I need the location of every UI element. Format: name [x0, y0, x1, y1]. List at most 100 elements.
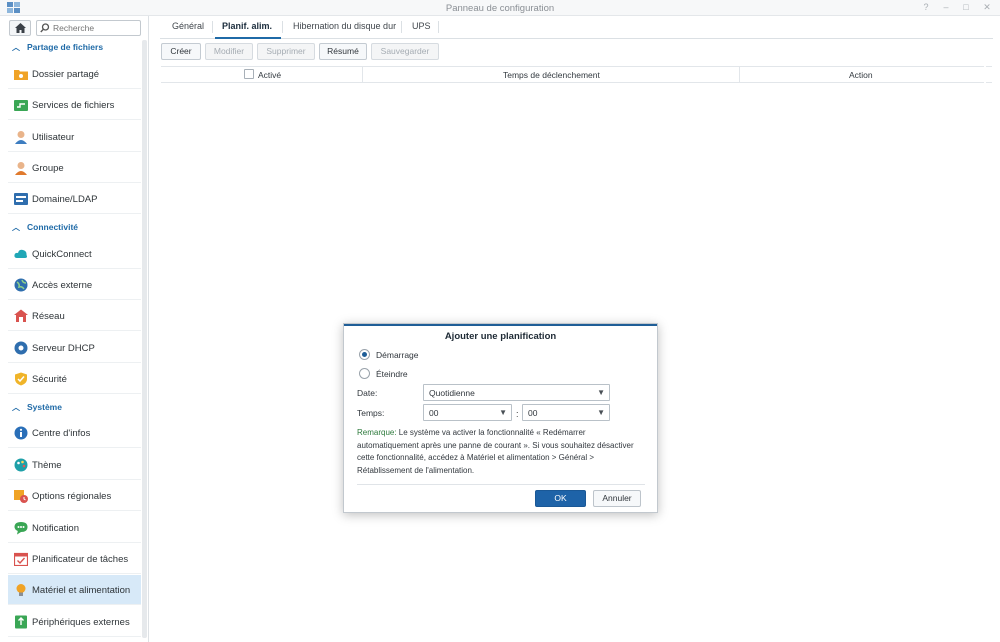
sidebar-item-info-center[interactable]: Centre d'infos — [8, 418, 141, 448]
chevron-down-icon: ▼ — [597, 408, 605, 417]
dialog-note: Remarque: Le système va activer la fonct… — [357, 427, 647, 477]
dialog-title: Ajouter une planification — [444, 331, 557, 342]
hour-select-value: 00 — [429, 408, 439, 418]
sidebar-item-notification[interactable]: Notification — [8, 513, 141, 543]
sidebar-item-task-scheduler[interactable]: Planificateur de tâches — [8, 544, 141, 574]
edit-button[interactable]: Modifier — [205, 43, 253, 60]
shared-folder-icon — [14, 70, 28, 80]
sidebar-item-network[interactable]: Réseau — [8, 301, 141, 331]
chevron-down-icon: ▼ — [499, 408, 507, 417]
tab-disk-hibernation[interactable]: Hibernation du disque dur — [293, 21, 396, 39]
tab-general[interactable]: Général — [172, 21, 204, 39]
sidebar: ︿ Partage de fichiers Dossier partagé Se… — [0, 16, 149, 642]
search-input[interactable] — [53, 22, 137, 34]
section-system[interactable]: ︿ Système — [0, 401, 140, 415]
home-icon — [15, 23, 26, 33]
regional-options-icon — [14, 490, 28, 503]
tab-divider — [282, 21, 283, 33]
file-services-icon — [14, 100, 28, 111]
minute-select-value: 00 — [528, 408, 538, 418]
sidebar-item-regional-options[interactable]: Options régionales — [8, 481, 141, 511]
lightbulb-icon — [16, 584, 26, 596]
quickconnect-icon — [14, 249, 27, 258]
tab-divider — [401, 21, 402, 33]
delete-button[interactable]: Supprimer — [257, 43, 315, 60]
date-select[interactable]: Quotidienne ▼ — [423, 384, 610, 401]
search-icon — [40, 23, 50, 33]
shutdown-radio[interactable] — [359, 368, 370, 379]
group-icon — [15, 162, 27, 175]
column-trigger-time[interactable]: Temps de déclenchement — [503, 70, 600, 80]
column-divider — [362, 67, 363, 82]
shield-icon — [15, 372, 27, 386]
dhcp-server-icon — [14, 341, 28, 355]
minimize-icon[interactable]: – — [941, 2, 951, 13]
theme-icon — [14, 458, 28, 472]
search-field[interactable] — [36, 20, 141, 36]
sidebar-item-dhcp-server[interactable]: Serveur DHCP — [8, 333, 141, 363]
notification-icon — [14, 522, 28, 535]
title-bar: Panneau de configuration ? – □ ✕ — [0, 0, 1000, 16]
sidebar-item-file-services[interactable]: Services de fichiers — [8, 90, 141, 120]
active-tab-indicator — [215, 37, 281, 39]
shutdown-radio-label[interactable]: Éteindre — [376, 369, 408, 379]
sidebar-item-shared-folder[interactable]: Dossier partagé — [8, 59, 141, 89]
sidebar-item-security[interactable]: Sécurité — [8, 364, 141, 394]
time-separator: : — [516, 409, 519, 419]
tab-divider — [438, 21, 439, 33]
date-select-value: Quotidienne — [429, 388, 475, 398]
sidebar-item-quickconnect[interactable]: QuickConnect — [8, 239, 141, 269]
chevron-up-icon: ︿ — [12, 403, 20, 412]
startup-radio[interactable] — [359, 349, 370, 360]
info-icon — [14, 426, 28, 440]
table-header-end — [986, 66, 992, 83]
create-button[interactable]: Créer — [161, 43, 201, 60]
window-title: Panneau de configuration — [445, 3, 555, 14]
home-button[interactable] — [9, 20, 31, 36]
domain-ldap-icon — [14, 193, 28, 205]
dialog-accent-bar — [344, 324, 657, 326]
column-action[interactable]: Action — [849, 70, 873, 80]
chevron-up-icon: ︿ — [12, 43, 20, 52]
network-icon — [14, 309, 28, 322]
minute-select[interactable]: 00 ▼ — [522, 404, 610, 421]
sidebar-item-hardware-power[interactable]: Matériel et alimentation — [8, 575, 141, 605]
task-scheduler-icon — [14, 552, 28, 566]
tab-divider — [212, 21, 213, 33]
note-prefix: Remarque: — [357, 428, 397, 437]
note-text: Le système va activer la fonctionnalité … — [357, 428, 634, 475]
sidebar-item-external-access[interactable]: Accès externe — [8, 270, 141, 300]
hour-select[interactable]: 00 ▼ — [423, 404, 512, 421]
tab-bar-border — [160, 38, 993, 39]
column-divider — [739, 67, 740, 82]
select-all-checkbox[interactable] — [244, 69, 254, 79]
date-label: Date: — [357, 388, 378, 398]
maximize-icon[interactable]: □ — [961, 2, 971, 13]
sidebar-item-external-devices[interactable]: Périphériques externes — [8, 607, 141, 637]
section-file-sharing[interactable]: ︿ Partage de fichiers — [0, 41, 140, 55]
sidebar-item-user[interactable]: Utilisateur — [8, 122, 141, 152]
dialog-footer-divider — [357, 484, 645, 485]
cancel-button[interactable]: Annuler — [593, 490, 641, 507]
chevron-up-icon: ︿ — [12, 223, 20, 232]
column-enabled[interactable]: Activé — [258, 70, 281, 80]
save-button[interactable]: Sauvegarder — [371, 43, 439, 60]
chevron-down-icon: ▼ — [597, 388, 605, 397]
section-connectivity[interactable]: ︿ Connectivité — [0, 221, 140, 235]
time-label: Temps: — [357, 408, 385, 418]
close-icon[interactable]: ✕ — [982, 2, 992, 13]
sidebar-item-group[interactable]: Groupe — [8, 153, 141, 183]
sidebar-item-theme[interactable]: Thème — [8, 450, 141, 480]
user-icon — [15, 131, 27, 144]
schedule-table-header: Activé Temps de déclenchement Action — [161, 66, 984, 83]
help-icon[interactable]: ? — [921, 2, 931, 13]
summary-button[interactable]: Résumé — [319, 43, 367, 60]
external-devices-icon — [15, 615, 27, 629]
sidebar-item-domain-ldap[interactable]: Domaine/LDAP — [8, 184, 141, 214]
ok-button[interactable]: OK — [535, 490, 586, 507]
tab-ups[interactable]: UPS — [412, 21, 431, 39]
startup-radio-label[interactable]: Démarrage — [376, 350, 419, 360]
sidebar-scrollbar[interactable] — [142, 40, 147, 638]
external-access-icon — [14, 278, 28, 292]
add-schedule-dialog: Ajouter une planification Démarrage Étei… — [343, 323, 658, 513]
